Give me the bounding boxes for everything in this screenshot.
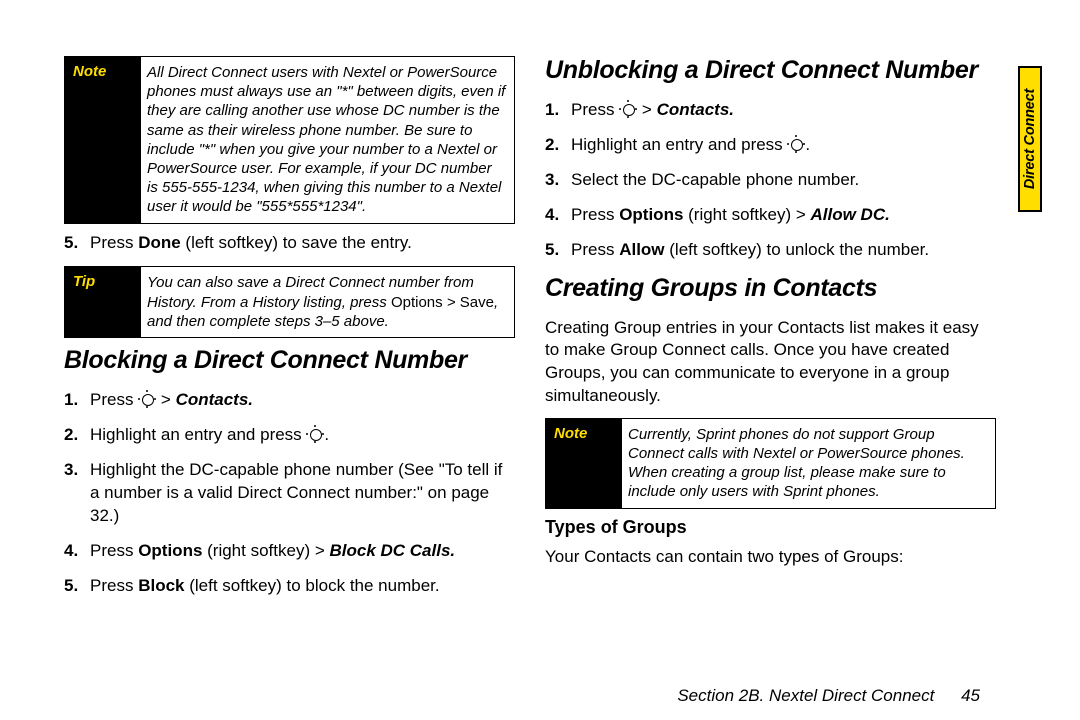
block-step-3: 3. Highlight the DC-capable phone number… — [64, 459, 515, 528]
text: (left softkey) to unlock the number. — [665, 240, 930, 259]
page-number: 45 — [961, 686, 980, 705]
gt: > — [156, 390, 175, 409]
nav-key-icon — [307, 426, 323, 442]
bold-text: Options — [619, 205, 683, 224]
block-step-2: 2. Highlight an entry and press . — [64, 424, 515, 447]
text: Press — [571, 205, 619, 224]
text: Press — [90, 541, 138, 560]
blocking-steps: 1. Press > Contacts. 2. Highlight an ent… — [64, 389, 515, 598]
note-body: All Direct Connect users with Nextel or … — [141, 57, 514, 223]
unblock-step-2: 2. Highlight an entry and press . — [545, 134, 996, 157]
note-box-2: Note Currently, Sprint phones do not sup… — [545, 418, 996, 509]
text: Press — [571, 100, 619, 119]
text: . — [805, 135, 810, 154]
tip-box: Tip You can also save a Direct Connect n… — [64, 266, 515, 338]
gt: > — [637, 100, 656, 119]
side-tab-label: Direct Connect — [1022, 89, 1038, 189]
note-label: Note — [546, 419, 622, 508]
text: (right softkey) > — [202, 541, 329, 560]
text: (right softkey) > — [683, 205, 810, 224]
nav-key-icon — [620, 101, 636, 117]
nav-key-icon — [788, 136, 804, 152]
menu-item: Allow DC. — [810, 205, 889, 224]
heading-types: Types of Groups — [545, 517, 996, 538]
page-content: Note All Direct Connect users with Nexte… — [64, 56, 996, 696]
text: Highlight an entry and press — [571, 135, 787, 154]
heading-blocking: Blocking a Direct Connect Number — [64, 346, 515, 375]
types-paragraph: Your Contacts can contain two types of G… — [545, 546, 996, 569]
menu-item: Contacts. — [657, 100, 734, 119]
bold-text: Allow — [619, 240, 664, 259]
block-step-5: 5. Press Block (left softkey) to block t… — [64, 575, 515, 598]
text: (left softkey) to block the number. — [184, 576, 439, 595]
right-column: Unblocking a Direct Connect Number 1. Pr… — [545, 56, 996, 696]
text: Highlight an entry and press — [90, 425, 306, 444]
text: Press — [571, 240, 619, 259]
text: Press — [90, 576, 138, 595]
tip-label: Tip — [65, 267, 141, 337]
bold-text: Options — [138, 541, 202, 560]
section-label: Section 2B. Nextel Direct Connect — [677, 686, 934, 705]
unblock-step-4: 4. Press Options (right softkey) > Allow… — [545, 204, 996, 227]
text: Press — [90, 390, 138, 409]
text: Press — [90, 233, 138, 252]
text: Select the DC-capable phone number. — [571, 170, 859, 189]
unblocking-steps: 1. Press > Contacts. 2. Highlight an ent… — [545, 99, 996, 262]
left-column: Note All Direct Connect users with Nexte… — [64, 56, 515, 696]
step-5: 5. Press Done (left softkey) to save the… — [64, 232, 515, 255]
text: (left softkey) to save the entry. — [181, 233, 412, 252]
block-step-4: 4. Press Options (right softkey) > Block… — [64, 540, 515, 563]
page-footer: Section 2B. Nextel Direct Connect 45 — [677, 686, 980, 706]
unblock-step-1: 1. Press > Contacts. — [545, 99, 996, 122]
tip-body: You can also save a Direct Connect numbe… — [141, 267, 514, 337]
note-box-1: Note All Direct Connect users with Nexte… — [64, 56, 515, 224]
side-tab: Direct Connect — [1020, 68, 1040, 210]
text: Highlight the DC-capable phone number (S… — [90, 460, 502, 525]
bold-text: Block — [138, 576, 184, 595]
bold-text: Done — [138, 233, 181, 252]
menu-item: Block DC Calls. — [329, 541, 455, 560]
text: . — [324, 425, 329, 444]
heading-groups: Creating Groups in Contacts — [545, 274, 996, 303]
save-steps-continued: 5. Press Done (left softkey) to save the… — [64, 232, 515, 255]
menu-item: Contacts. — [176, 390, 253, 409]
heading-unblocking: Unblocking a Direct Connect Number — [545, 56, 996, 85]
unblock-step-3: 3. Select the DC-capable phone number. — [545, 169, 996, 192]
block-step-1: 1. Press > Contacts. — [64, 389, 515, 412]
nav-key-icon — [139, 391, 155, 407]
groups-paragraph: Creating Group entries in your Contacts … — [545, 317, 996, 408]
note-label: Note — [65, 57, 141, 223]
note-body: Currently, Sprint phones do not support … — [622, 419, 995, 508]
unblock-step-5: 5. Press Allow (left softkey) to unlock … — [545, 239, 996, 262]
